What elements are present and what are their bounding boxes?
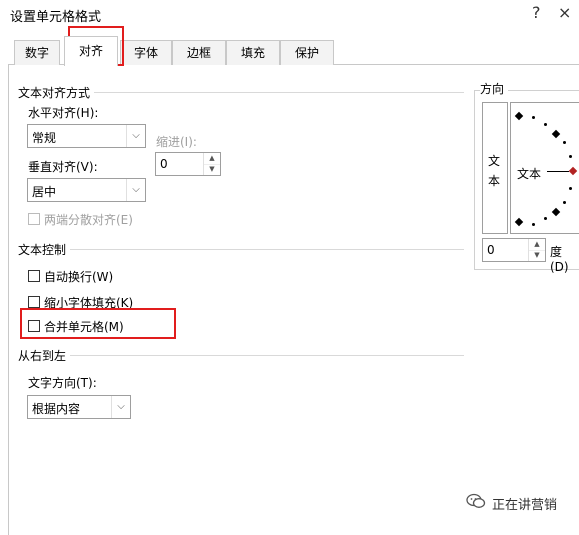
- text-direction-select[interactable]: 根据内容 ⌵: [27, 395, 131, 419]
- degree-label: 度(D): [550, 245, 569, 274]
- text-control-section-title: 文本控制: [18, 241, 71, 258]
- vertical-align-select[interactable]: 居中 ⌵: [27, 178, 146, 202]
- dial-marker: [551, 207, 561, 217]
- horizontal-align-label: 水平对齐(H):: [28, 106, 99, 120]
- vertical-text-label: 文本: [488, 154, 501, 188]
- wrap-text-checkbox[interactable]: [28, 270, 40, 282]
- dial-marker-bottom: [514, 217, 524, 227]
- dialog-title: 设置单元格格式: [10, 10, 102, 25]
- shrink-to-fit-checkbox[interactable]: [28, 296, 40, 308]
- dial-dot: [544, 123, 547, 126]
- chevron-down-icon: ⌵: [126, 125, 145, 147]
- wrap-text-label: 自动换行(W): [44, 270, 114, 284]
- indent-value: 0: [160, 157, 168, 171]
- dial-dot: [563, 141, 566, 144]
- distributed-label: 两端分散对齐(E): [44, 213, 133, 227]
- degree-spinner[interactable]: 0 ▲ ▼: [482, 238, 546, 262]
- dial-handle[interactable]: [568, 166, 578, 176]
- dial-dot: [569, 187, 572, 190]
- alignment-section-title: 文本对齐方式: [18, 84, 95, 101]
- chevron-down-icon: ⌵: [111, 396, 130, 418]
- dial-text: 文本: [517, 167, 542, 181]
- chevron-down-icon: ⌵: [126, 179, 145, 201]
- dial-dot: [563, 201, 566, 204]
- dial-marker-top: [514, 111, 524, 121]
- dial-dot: [532, 223, 535, 226]
- spinner-buttons[interactable]: ▲ ▼: [528, 239, 545, 261]
- merge-highlight-box: [20, 308, 176, 339]
- distributed-checkbox[interactable]: [28, 213, 40, 225]
- vertical-align-label: 垂直对齐(V):: [28, 160, 98, 174]
- degree-value: 0: [487, 243, 495, 257]
- orientation-dial[interactable]: 文本: [510, 102, 579, 234]
- watermark-text: 正在讲营销: [492, 498, 558, 513]
- text-direction-label: 文字方向(T):: [28, 376, 97, 390]
- horizontal-align-select[interactable]: 常规 ⌵: [27, 124, 146, 148]
- tab-protection[interactable]: 保护: [280, 40, 334, 65]
- dial-dot: [544, 217, 547, 220]
- vertical-align-value: 居中: [32, 185, 57, 199]
- close-button[interactable]: ×: [558, 3, 571, 23]
- tab-border[interactable]: 边框: [172, 40, 226, 65]
- dial-dot: [569, 155, 572, 158]
- tab-alignment[interactable]: 对齐: [64, 36, 118, 66]
- rtl-section-title: 从右到左: [18, 347, 71, 364]
- tab-font[interactable]: 字体: [120, 40, 172, 65]
- dial-dot: [532, 116, 535, 119]
- tab-fill[interactable]: 填充: [226, 40, 280, 65]
- indent-spinner[interactable]: 0 ▲ ▼: [155, 152, 221, 176]
- text-direction-value: 根据内容: [32, 402, 81, 416]
- spin-down-icon[interactable]: ▼: [204, 164, 220, 175]
- text-control-divider: [18, 249, 464, 250]
- vertical-text-button[interactable]: 文本: [482, 102, 508, 234]
- rtl-divider: [18, 355, 464, 356]
- horizontal-align-value: 常规: [32, 131, 57, 145]
- spinner-buttons[interactable]: ▲ ▼: [203, 153, 220, 175]
- dial-pointer-line: [547, 171, 569, 172]
- orientation-section-title: 方向: [480, 80, 509, 97]
- help-button[interactable]: ?: [532, 3, 541, 23]
- indent-label: 缩进(I):: [156, 135, 197, 149]
- tab-number[interactable]: 数字: [14, 40, 60, 65]
- spin-down-icon[interactable]: ▼: [529, 250, 545, 261]
- dial-marker: [551, 129, 561, 139]
- wechat-icon: [466, 493, 486, 509]
